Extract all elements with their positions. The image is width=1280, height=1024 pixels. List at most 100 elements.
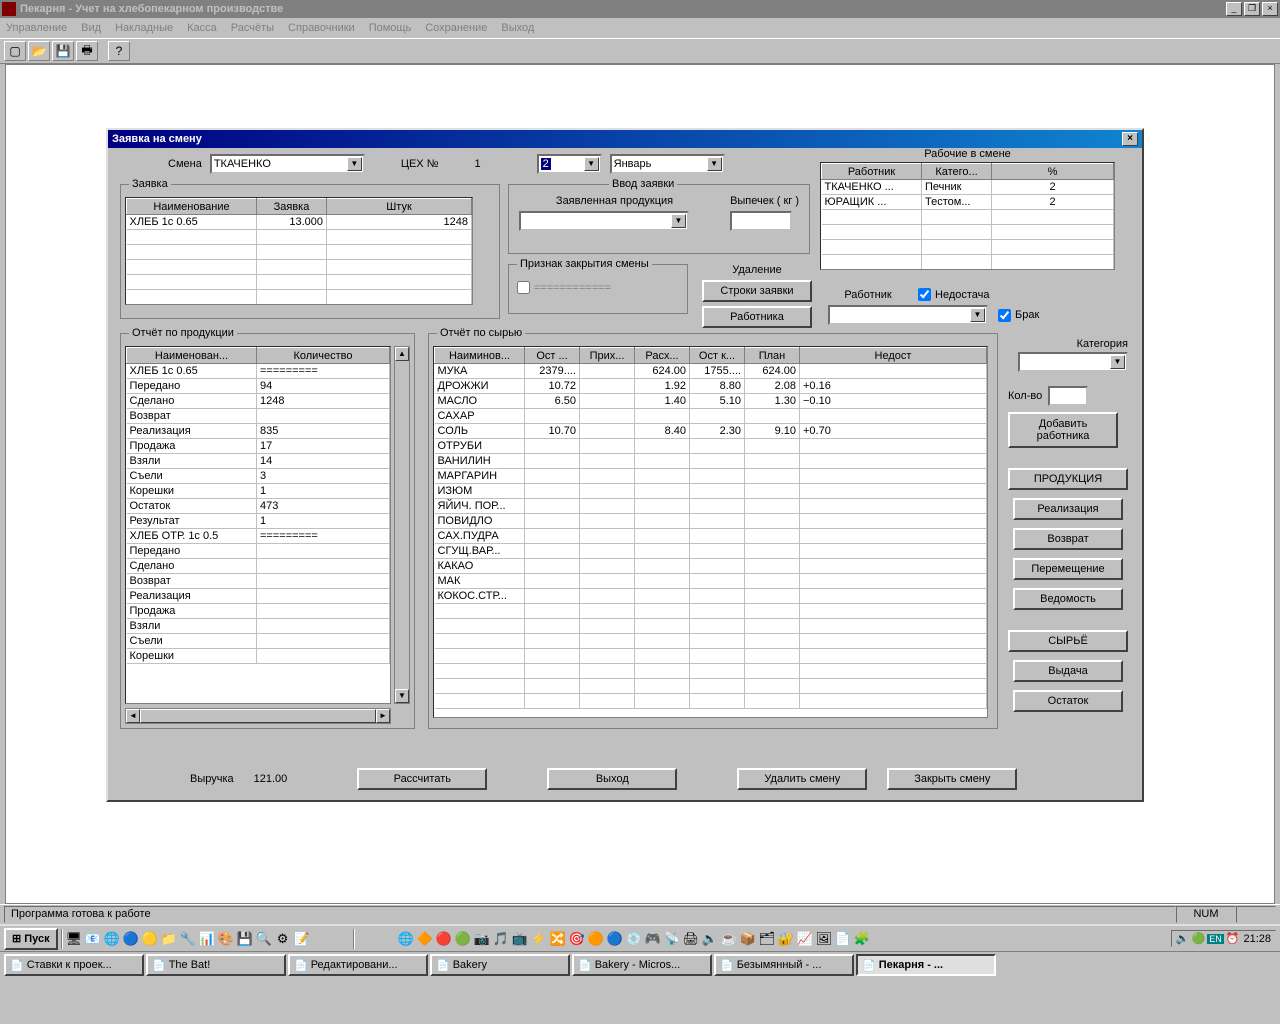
ql-icon[interactable]: 🔴	[436, 931, 452, 947]
chevron-down-icon[interactable]: ▼	[1110, 355, 1125, 369]
ql-icon[interactable]: 📧	[85, 931, 101, 947]
qty-input[interactable]	[1048, 386, 1088, 406]
taskbar-button[interactable]: 📄Bakery - Micros...	[572, 954, 712, 976]
workers-grid[interactable]: РаботникКатего...%ТКАЧЕНКО ...Печник2ЮРА…	[820, 162, 1115, 270]
close-shift-button[interactable]: Закрыть смену	[887, 768, 1017, 790]
category-combo[interactable]: ▼	[1018, 352, 1128, 372]
month-combo[interactable]: Январь ▼	[610, 154, 725, 174]
ql-icon[interactable]: 🔵	[607, 931, 623, 947]
delete-rows-button[interactable]: Строки заявки	[702, 280, 812, 302]
sheet-button[interactable]: Ведомость	[1013, 588, 1123, 610]
ql-icon[interactable]: 🔧	[180, 931, 196, 947]
taskbar-button[interactable]: 📄The Bat!	[146, 954, 286, 976]
product-report-grid[interactable]: Наименован...КоличествоХЛЕБ 1с 0.65=====…	[125, 346, 391, 704]
dialog-close-button[interactable]: ×	[1122, 132, 1138, 146]
move-button[interactable]: Перемещение	[1013, 558, 1123, 580]
ql-icon[interactable]: 📄	[835, 931, 851, 947]
ql-icon[interactable]: 📦	[740, 931, 756, 947]
menu-item[interactable]: Управление	[6, 22, 67, 34]
shift-combo[interactable]: ТКАЧЕНКО ▼	[210, 154, 365, 174]
ql-icon[interactable]: 🔊	[702, 931, 718, 947]
chevron-down-icon[interactable]: ▼	[671, 214, 686, 228]
minimize-button[interactable]: _	[1226, 2, 1242, 16]
menu-item[interactable]: Касса	[187, 22, 217, 34]
tray-icon[interactable]: ⏰	[1226, 932, 1240, 945]
menu-item[interactable]: Выход	[501, 22, 534, 34]
close-button[interactable]: ×	[1262, 2, 1278, 16]
calculate-button[interactable]: Рассчитать	[357, 768, 487, 790]
tray-lang[interactable]: EN	[1207, 934, 1224, 944]
ql-icon[interactable]: 🖼	[816, 931, 832, 947]
open-icon[interactable]: 📂	[28, 41, 50, 61]
realization-button[interactable]: Реализация	[1013, 498, 1123, 520]
taskbar-button[interactable]: 📄Пекарня - ...	[856, 954, 996, 976]
raw-button[interactable]: СЫРЬЁ	[1008, 630, 1128, 652]
print-icon[interactable]: 🖶	[76, 41, 98, 61]
ql-icon[interactable]: ⚙	[275, 931, 291, 947]
ql-icon[interactable]: 🔵	[123, 931, 139, 947]
request-grid[interactable]: НаименованиеЗаявкаШтукХЛЕБ 1с 0.6513.000…	[125, 197, 473, 305]
ql-icon[interactable]: 🟢	[455, 931, 471, 947]
menu-item[interactable]: Сохранение	[425, 22, 487, 34]
worker-combo[interactable]: ▼	[828, 305, 988, 325]
taskbar-button[interactable]: 📄Bakery	[430, 954, 570, 976]
ql-icon[interactable]: 📊	[199, 931, 215, 947]
new-icon[interactable]: ▢	[4, 41, 26, 61]
ql-icon[interactable]: 🧩	[854, 931, 870, 947]
ql-icon[interactable]: 🌐	[104, 931, 120, 947]
product-button[interactable]: ПРОДУКЦИЯ	[1008, 468, 1128, 490]
menu-item[interactable]: Справочники	[288, 22, 355, 34]
delete-worker-button[interactable]: Работника	[702, 306, 812, 328]
scrollbar-vertical[interactable]: ▲ ▼	[394, 346, 410, 704]
ql-icon[interactable]: 🎨	[218, 931, 234, 947]
declared-combo[interactable]: ▼	[519, 211, 689, 231]
ql-icon[interactable]: 🔐	[778, 931, 794, 947]
chevron-down-icon[interactable]: ▼	[970, 308, 985, 322]
scrollbar-horizontal[interactable]: ◄►	[125, 708, 391, 724]
day-combo[interactable]: 2 ▼	[537, 154, 602, 174]
tray-icon[interactable]: 🟢	[1192, 932, 1206, 945]
defect-checkbox[interactable]	[998, 309, 1011, 322]
ql-icon[interactable]: 💿	[626, 931, 642, 947]
ql-icon[interactable]: 📈	[797, 931, 813, 947]
ql-icon[interactable]: 📺	[512, 931, 528, 947]
return-button[interactable]: Возврат	[1013, 528, 1123, 550]
ql-icon[interactable]: 📡	[664, 931, 680, 947]
start-button[interactable]: ⊞ Пуск	[4, 928, 58, 950]
ql-icon[interactable]: 📝	[294, 931, 310, 947]
menu-item[interactable]: Вид	[81, 22, 101, 34]
ql-icon[interactable]: 🎮	[645, 931, 661, 947]
chevron-down-icon[interactable]: ▼	[707, 157, 722, 171]
shortage-checkbox[interactable]	[918, 288, 931, 301]
exit-button[interactable]: Выход	[547, 768, 677, 790]
raw-report-grid[interactable]: Наиминов...Ост ...Прих...Расх...Ост к...…	[433, 346, 988, 718]
issue-button[interactable]: Выдача	[1013, 660, 1123, 682]
save-icon[interactable]: 💾	[52, 41, 74, 61]
ql-icon[interactable]: 🖨	[683, 931, 699, 947]
add-worker-button[interactable]: Добавить работника	[1008, 412, 1118, 448]
taskbar-button[interactable]: 📄Редактировани...	[288, 954, 428, 976]
taskbar-button[interactable]: 📄Ставки к проек...	[4, 954, 144, 976]
menu-item[interactable]: Расчёты	[231, 22, 274, 34]
ql-icon[interactable]: 🗂	[759, 931, 775, 947]
help-icon[interactable]: ?	[108, 41, 130, 61]
ql-icon[interactable]: ⚡	[531, 931, 547, 947]
ql-icon[interactable]: 🔀	[550, 931, 566, 947]
chevron-down-icon[interactable]: ▼	[584, 157, 599, 171]
ql-icon[interactable]: 🎯	[569, 931, 585, 947]
ql-icon[interactable]: 💾	[237, 931, 253, 947]
clock[interactable]: 21:28	[1243, 933, 1271, 945]
delete-shift-button[interactable]: Удалить смену	[737, 768, 867, 790]
taskbar-button[interactable]: 📄Безымянный - ...	[714, 954, 854, 976]
ql-icon[interactable]: 📷	[474, 931, 490, 947]
chevron-down-icon[interactable]: ▼	[347, 157, 362, 171]
ql-icon[interactable]: 🟠	[588, 931, 604, 947]
ql-icon[interactable]: 🖥	[66, 931, 82, 947]
ql-icon[interactable]: 🎵	[493, 931, 509, 947]
close-sign-checkbox[interactable]	[517, 281, 530, 294]
ql-icon[interactable]: 🌐	[398, 931, 414, 947]
baked-input[interactable]	[730, 211, 792, 231]
menu-item[interactable]: Накладные	[115, 22, 173, 34]
menu-item[interactable]: Помощь	[369, 22, 412, 34]
ql-icon[interactable]: 🔶	[417, 931, 433, 947]
